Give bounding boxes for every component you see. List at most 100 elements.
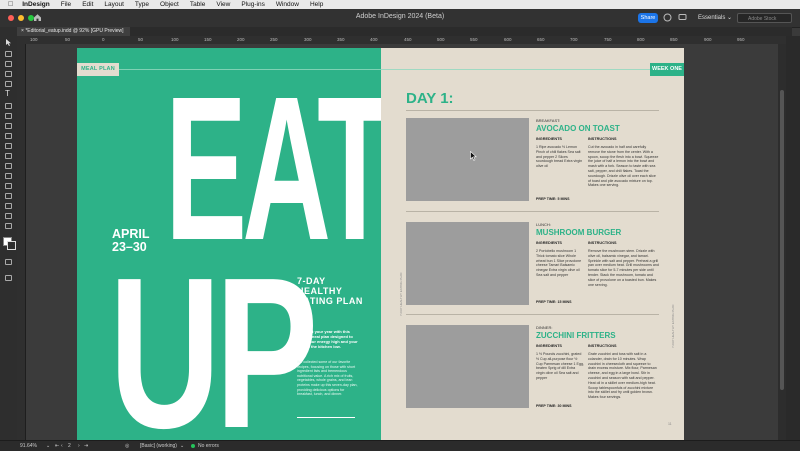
stock-search-input[interactable]: Adobe Stock xyxy=(737,13,792,23)
mouse-cursor-icon xyxy=(470,151,477,161)
left-page[interactable]: MEAL PLAN EAT UP APRIL 23–30 7-DAY HEALT… xyxy=(77,48,381,440)
page-number-field[interactable]: 2 xyxy=(68,443,71,449)
vertical-ruler[interactable] xyxy=(17,44,26,440)
plan-rule xyxy=(297,417,355,418)
headline-up[interactable]: UP xyxy=(109,245,318,440)
plan-title[interactable]: 7-DAY HEALTHY EATING PLAN xyxy=(297,276,367,306)
hand-tool-icon[interactable] xyxy=(5,213,12,219)
meal-name: MUSHROOM BURGER xyxy=(536,228,622,237)
preflight-status[interactable]: No errors xyxy=(198,443,219,449)
menu-table[interactable]: Table xyxy=(190,1,206,8)
document-tab-bar: × *Editorial_eatup.indd @ 92% [GPU Previ… xyxy=(17,27,792,36)
meal-dinner[interactable]: DINNER: ZUCCHINI FRITTERS INGREDIENTS IN… xyxy=(406,325,659,410)
date-range[interactable]: APRIL 23–30 xyxy=(112,228,172,254)
stroke-swatch[interactable] xyxy=(7,241,16,250)
preflight-profile[interactable]: [Basic] (working) xyxy=(140,443,177,449)
open-document-icon[interactable]: ◎ xyxy=(125,443,129,449)
ruler-tick: 0 xyxy=(102,37,105,42)
note-tool-icon[interactable] xyxy=(5,193,12,199)
apply-color-icon[interactable] xyxy=(5,259,12,265)
vertical-scroll-thumb[interactable] xyxy=(780,90,784,390)
rectangle-frame-tool-icon[interactable] xyxy=(5,133,12,139)
comments-icon[interactable] xyxy=(678,13,687,22)
ruler-tick: 300 xyxy=(304,37,312,42)
page-number: 11 xyxy=(668,422,672,426)
pen-tool-icon[interactable] xyxy=(5,113,12,119)
share-button[interactable]: Share xyxy=(638,13,658,23)
chevron-down-icon[interactable]: ⌄ xyxy=(180,443,184,449)
menu-type[interactable]: Type xyxy=(135,1,149,8)
document-tab[interactable]: × *Editorial_eatup.indd @ 92% [GPU Previ… xyxy=(17,27,130,36)
first-page-icon[interactable]: ⇤ xyxy=(55,443,59,449)
menu-plugins[interactable]: Plug-ins xyxy=(241,1,264,8)
eyedropper-tool-icon[interactable] xyxy=(5,203,12,209)
page-tool-icon[interactable] xyxy=(5,61,12,67)
week-one-tag[interactable]: WEEK ONE xyxy=(650,63,684,76)
pencil-tool-icon[interactable] xyxy=(5,123,12,129)
breakfast-image-frame[interactable] xyxy=(406,118,529,201)
ruler-tick: 900 xyxy=(704,37,712,42)
workspace-label: Essentials xyxy=(698,15,726,21)
rectangle-tool-icon[interactable] xyxy=(5,143,12,149)
direct-selection-tool-icon[interactable] xyxy=(5,51,12,57)
ruler-tick: 350 xyxy=(337,37,345,42)
zoom-level[interactable]: 91.64% xyxy=(20,443,37,449)
ruler-tick: 250 xyxy=(270,37,278,42)
menu-object[interactable]: Object xyxy=(160,1,179,8)
line-tool-icon[interactable] xyxy=(5,103,12,109)
content-collector-icon[interactable] xyxy=(5,81,12,87)
lunch-image-frame[interactable] xyxy=(406,222,529,305)
ruler-tick: 100 xyxy=(30,37,38,42)
workspace-switcher[interactable]: Essentials ⌄ xyxy=(698,14,732,21)
ruler-tick: 150 xyxy=(204,37,212,42)
close-tab-icon[interactable]: × xyxy=(21,28,24,34)
ruler-tick: 200 xyxy=(237,37,245,42)
right-side-running-text: 7-DAY HEALTHY EATING PLAN xyxy=(671,304,675,348)
ingredients-list: 2 Portobello mushroom 1 Thick tomato sli… xyxy=(536,249,582,277)
scissors-tool-icon[interactable] xyxy=(5,153,12,159)
meal-plan-tag[interactable]: MEAL PLAN xyxy=(77,63,119,76)
menu-window[interactable]: Window xyxy=(276,1,299,8)
ruler-tick: 950 xyxy=(737,37,745,42)
instructions-header: INSTRUCTIONS xyxy=(588,137,617,141)
plan-intro[interactable]: kickstart your year with this simple mea… xyxy=(297,329,360,349)
ingredients-header: INGREDIENTS xyxy=(536,137,562,141)
ruler-tick: 400 xyxy=(370,37,378,42)
cloud-icon[interactable] xyxy=(663,13,672,22)
app-menu[interactable]: InDesign xyxy=(22,1,49,8)
ingredients-list: 1 ½ Pounds zucchini, grated ½ Cup all-pu… xyxy=(536,352,584,380)
gradient-feather-tool-icon[interactable] xyxy=(5,183,12,189)
ruler-tick: 750 xyxy=(604,37,612,42)
divider xyxy=(406,211,659,212)
ingredients-header: INGREDIENTS xyxy=(536,344,562,348)
tools-panel: T xyxy=(0,27,18,440)
instructions-header: INSTRUCTIONS xyxy=(588,241,617,245)
meal-label: DINNER: xyxy=(536,325,553,330)
meal-lunch[interactable]: LUNCH: MUSHROOM BURGER INGREDIENTS INSTR… xyxy=(406,222,659,307)
gradient-swatch-tool-icon[interactable] xyxy=(5,173,12,179)
plan-body[interactable]: We collected some of our favorite recipe… xyxy=(297,360,360,397)
dinner-image-frame[interactable] xyxy=(406,325,529,408)
screen-mode-icon[interactable] xyxy=(5,275,12,281)
free-transform-tool-icon[interactable] xyxy=(5,163,12,169)
gap-tool-icon[interactable] xyxy=(5,71,12,77)
selection-tool-icon[interactable] xyxy=(5,39,12,46)
menu-view[interactable]: View xyxy=(216,1,230,8)
zoom-tool-icon[interactable] xyxy=(5,223,12,229)
ruler-tick: 850 xyxy=(670,37,678,42)
right-page[interactable]: WEEK ONE DAY 1: BREAKFAST: AVOCADO ON TO… xyxy=(381,48,684,440)
previous-page-icon[interactable]: ‹ xyxy=(61,443,63,449)
menu-layout[interactable]: Layout xyxy=(104,1,124,8)
menu-edit[interactable]: Edit xyxy=(82,1,93,8)
menu-file[interactable]: File xyxy=(61,1,71,8)
date-days: 23–30 xyxy=(112,240,147,254)
type-tool-icon[interactable]: T xyxy=(5,89,10,98)
last-page-icon[interactable]: ⇥ xyxy=(84,443,88,449)
day-heading[interactable]: DAY 1: xyxy=(406,90,454,107)
apple-icon[interactable]:  xyxy=(8,1,13,8)
ruler-tick: 650 xyxy=(537,37,545,42)
chevron-down-icon[interactable]: ⌄ xyxy=(46,443,50,449)
menu-help[interactable]: Help xyxy=(310,1,323,8)
meal-breakfast[interactable]: BREAKFAST: AVOCADO ON TOAST INGREDIENTS … xyxy=(406,118,659,203)
next-page-icon[interactable]: › xyxy=(78,443,80,449)
